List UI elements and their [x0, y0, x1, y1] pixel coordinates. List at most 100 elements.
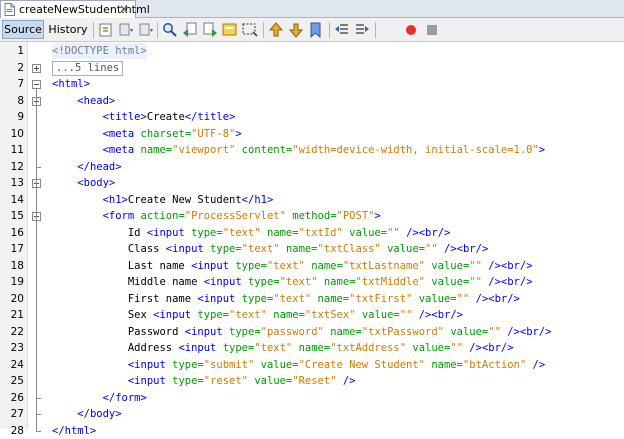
code-line[interactable]: <input type="submit" value="Create New S… [52, 357, 545, 373]
collapse-fold-icon[interactable] [32, 80, 41, 89]
code-line[interactable]: <head> [52, 93, 115, 109]
attribute-name-token: value= [260, 358, 299, 371]
code-line[interactable]: ...5 lines [52, 60, 124, 76]
attribute-value-token: "UTF-8" [191, 127, 236, 140]
line-number: 7 [17, 78, 24, 90]
code-line[interactable]: <meta charset="UTF-8"> [52, 126, 242, 142]
code-line[interactable]: </form> [52, 390, 147, 406]
html-tag-token: </body> [77, 408, 122, 420]
find-previous-icon[interactable] [181, 21, 199, 39]
last-edit-icon[interactable] [97, 21, 115, 39]
code-editor[interactable]: <!DOCTYPE html> ...5 lines <html> <head> <… [42, 42, 624, 437]
toggle-highlight-icon[interactable] [221, 21, 239, 39]
line-number: 25 [10, 375, 24, 387]
code-line[interactable]: First name <input type="text" name="txtF… [52, 291, 520, 307]
attribute-value-token: "txtAddress" [330, 342, 407, 354]
line-number: 27 [10, 408, 24, 420]
attribute-name-token: type= [241, 292, 274, 305]
expand-fold-icon[interactable] [32, 63, 41, 73]
line-number: 26 [10, 391, 24, 404]
code-line[interactable]: Id <input type="text" name="txtId" value… [52, 225, 451, 241]
line-number: 14 [10, 193, 24, 206]
attribute-name-token: name= [431, 358, 463, 371]
source-view-button[interactable]: Source [2, 20, 44, 39]
attribute-name-token: type= [235, 259, 267, 272]
attribute-value-token: "" [399, 309, 413, 321]
html-tag-token: <form [102, 210, 141, 222]
close-icon[interactable] [119, 4, 129, 14]
line-number: 18 [10, 259, 24, 272]
line-number: 10 [10, 127, 24, 140]
code-line[interactable]: <input type="reset" value="Reset" /> [52, 373, 356, 389]
html-tag-token: <input [184, 325, 230, 338]
code-line[interactable]: <html> [52, 76, 90, 92]
code-line[interactable]: </html> [52, 423, 96, 439]
code-line[interactable]: Sex <input type="text" name="txtSex" val… [52, 307, 463, 323]
shift-right-icon[interactable] [353, 21, 371, 39]
code-line[interactable]: Last name <input type="text" name="txtLa… [52, 258, 533, 274]
code-line[interactable]: <form action="ProcessServlet" method="PO… [52, 208, 381, 224]
attribute-value-token: "viewport" [172, 144, 236, 156]
stop-macro-recording-icon[interactable] [423, 21, 441, 39]
html-tag-token: /><br/> [488, 259, 533, 272]
attribute-name-token: name= [323, 276, 356, 288]
attribute-name-token: action= [140, 210, 185, 222]
attribute-value-token: "width=device-width, initial-scale=1.0" [292, 144, 539, 156]
file-tab-label: createNewStudent.html [19, 3, 150, 16]
next-bookmark-icon[interactable] [287, 21, 305, 39]
code-line[interactable]: <title>Create</title> [52, 109, 236, 125]
attribute-value-token: "text" [254, 342, 293, 354]
html-tag-token: <body> [77, 177, 116, 189]
attribute-value-token: "Create New Student" [298, 358, 426, 371]
attribute-name-token: type= [210, 243, 242, 255]
code-line[interactable]: Middle name <input type="text" name="txt… [52, 274, 533, 290]
line-number: 1 [17, 45, 24, 57]
find-selection-icon[interactable] [161, 21, 179, 39]
back-icon[interactable] [117, 21, 135, 39]
toolbar-separator [157, 22, 158, 38]
html-tag-token: </head> [77, 160, 122, 173]
attribute-name-token: value= [349, 226, 388, 239]
text-token: Sex [127, 309, 154, 321]
code-line[interactable]: <h1>Create New Student</h1> [52, 192, 274, 208]
code-line[interactable]: <body> [52, 175, 115, 191]
attribute-name-token: value= [387, 243, 426, 255]
forward-icon[interactable] [137, 21, 155, 39]
code-line[interactable]: <meta name="viewport" content="width=dev… [52, 142, 546, 158]
text-token: Middle name [127, 276, 204, 288]
html-tag-token: <input [127, 358, 173, 371]
code-line[interactable]: <!DOCTYPE html> [52, 43, 147, 59]
attribute-name-token: type= [229, 325, 261, 338]
attribute-name-token: name= [266, 226, 299, 239]
start-macro-recording-icon[interactable] [402, 21, 420, 39]
html-tag-token: <input [191, 259, 236, 272]
toggle-bookmark-icon[interactable] [307, 21, 325, 39]
code-line[interactable]: </head> [52, 159, 122, 175]
html-tag-token: /><br/> [469, 342, 514, 354]
collapsed-fold-label[interactable]: ...5 lines [52, 60, 124, 76]
code-line[interactable]: </body> [52, 406, 122, 422]
attribute-value-token: "" [456, 292, 470, 305]
file-tab[interactable]: createNewStudent.html [0, 0, 150, 18]
attribute-name-token: value= [412, 342, 451, 354]
find-next-icon[interactable] [201, 21, 219, 39]
fold-end-marker [36, 430, 41, 432]
code-line[interactable]: Class <input type="text" name="txtClass"… [52, 241, 488, 257]
code-line[interactable]: Address <input type="text" name="txtAddr… [52, 340, 514, 356]
html-tag-token: /><br/> [507, 325, 552, 338]
history-view-button[interactable]: History [47, 20, 89, 39]
previous-bookmark-icon[interactable] [267, 21, 285, 39]
code-line[interactable]: Password <input type="password" name="tx… [52, 324, 552, 340]
html-tag-token: > [235, 127, 242, 140]
attribute-name-token: name= [285, 243, 318, 255]
shift-left-icon[interactable] [333, 21, 351, 39]
attribute-name-token: name= [273, 309, 305, 321]
rectangular-selection-icon[interactable] [241, 21, 259, 39]
